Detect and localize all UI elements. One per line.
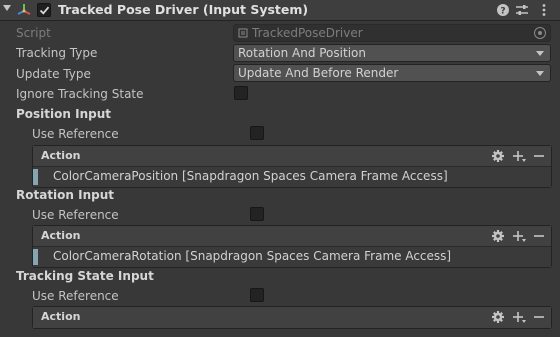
script-value: TrackedPoseDriver: [252, 26, 363, 40]
add-binding-icon[interactable]: [512, 229, 526, 243]
ignore-tracking-state-checkbox[interactable]: [234, 86, 248, 100]
foldout-arrow-icon[interactable]: [3, 5, 11, 11]
rotation-binding-item[interactable]: ColorCameraRotation [Snapdragon Spaces C…: [33, 247, 551, 267]
update-type-dropdown[interactable]: Update And Before Render: [233, 64, 551, 82]
object-picker-icon[interactable]: [534, 27, 546, 39]
component-enabled-checkbox[interactable]: [37, 3, 51, 17]
position-binding-item[interactable]: ColorCameraPosition [Snapdragon Spaces C…: [33, 167, 551, 187]
position-action-list: Action ColorCameraPosition [Snapdragon S…: [32, 145, 552, 188]
remove-binding-icon[interactable]: [532, 310, 546, 324]
tracking-state-use-reference-label: Use Reference: [32, 289, 119, 303]
dropdown-arrow-icon: [536, 51, 544, 56]
gear-icon[interactable]: [491, 310, 505, 324]
rotation-binding-text: ColorCameraRotation [Snapdragon Spaces C…: [53, 249, 452, 263]
presets-icon[interactable]: [514, 2, 530, 18]
position-input-title: Position Input: [16, 107, 111, 121]
script-field[interactable]: TrackedPoseDriver: [233, 24, 551, 42]
remove-binding-icon[interactable]: [532, 149, 546, 163]
binding-marker: [33, 169, 38, 185]
update-type-value: Update And Before Render: [238, 66, 399, 80]
script-icon: [238, 28, 248, 38]
update-type-label: Update Type: [16, 67, 91, 81]
rotation-input-title: Rotation Input: [16, 188, 115, 202]
tracking-state-action-label: Action: [41, 310, 81, 323]
add-binding-icon[interactable]: [512, 149, 526, 163]
tracked-pose-driver-icon: [17, 4, 31, 15]
position-action-header: Action: [33, 146, 551, 167]
position-use-reference-checkbox[interactable]: [250, 126, 264, 140]
tracking-state-input-title: Tracking State Input: [16, 269, 154, 283]
position-binding-text: ColorCameraPosition [Snapdragon Spaces C…: [53, 169, 448, 183]
tracking-state-use-reference-checkbox[interactable]: [250, 288, 264, 302]
script-label: Script: [16, 26, 51, 40]
tracking-type-label: Tracking Type: [16, 46, 98, 60]
tracking-state-action-header: Action: [33, 307, 551, 328]
ignore-tracking-state-label: Ignore Tracking State: [16, 87, 144, 101]
gear-icon[interactable]: [491, 149, 505, 163]
gear-icon[interactable]: [491, 229, 505, 243]
add-binding-icon[interactable]: [512, 310, 526, 324]
tracking-type-value: Rotation And Position: [238, 46, 366, 60]
binding-marker: [33, 249, 38, 265]
tracking-type-dropdown[interactable]: Rotation And Position: [233, 44, 551, 62]
rotation-action-header: Action: [33, 226, 551, 247]
remove-binding-icon[interactable]: [532, 229, 546, 243]
rotation-use-reference-label: Use Reference: [32, 208, 119, 222]
rotation-action-list: Action ColorCameraRotation [Snapdragon S…: [32, 225, 552, 268]
dropdown-arrow-icon: [536, 71, 544, 76]
tracking-state-action-list: Action: [32, 306, 552, 329]
rotation-use-reference-checkbox[interactable]: [250, 207, 264, 221]
svg-text:?: ?: [500, 7, 505, 17]
position-action-label: Action: [41, 149, 81, 162]
checkmark-icon: [39, 6, 50, 15]
help-icon[interactable]: ?: [495, 2, 511, 18]
component-header: Tracked Pose Driver (Input System) ?: [0, 0, 560, 21]
more-icon[interactable]: [536, 2, 552, 18]
component-title: Tracked Pose Driver (Input System): [58, 2, 309, 17]
position-use-reference-label: Use Reference: [32, 127, 119, 141]
rotation-action-label: Action: [41, 229, 81, 242]
